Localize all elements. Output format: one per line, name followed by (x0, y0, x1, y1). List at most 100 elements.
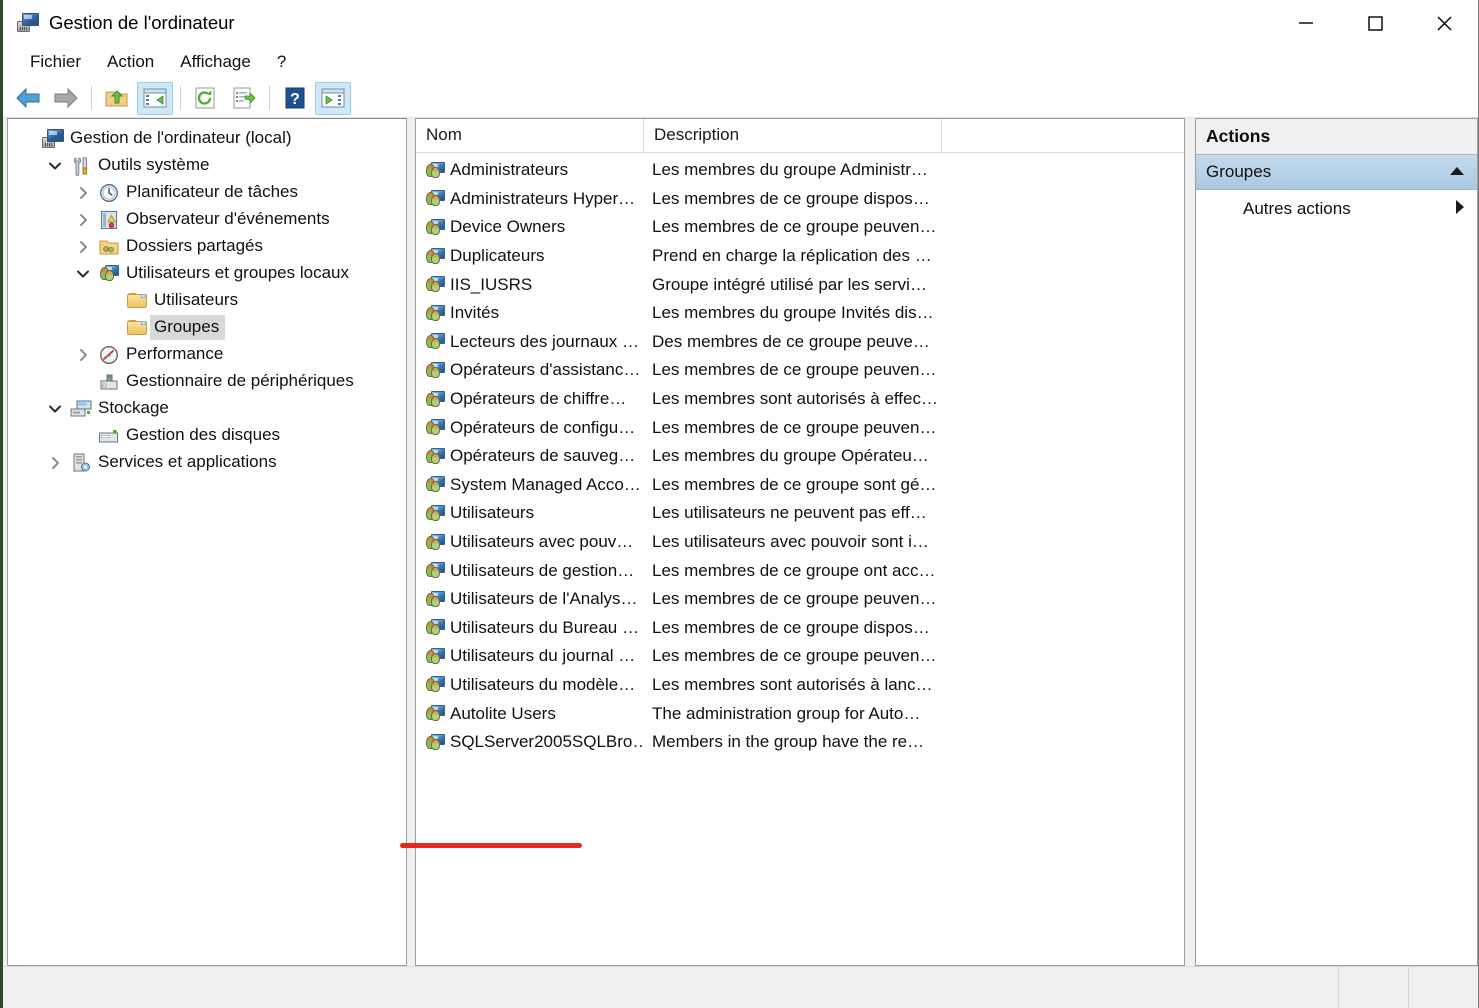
group-icon (426, 218, 445, 236)
up-one-level-button[interactable] (99, 82, 135, 115)
close-button[interactable] (1409, 0, 1478, 46)
group-description-cell: Les membres du groupe Opérateu… (652, 446, 929, 466)
tree-collapse-toggle[interactable] (42, 402, 68, 416)
actions-group-label: Groupes (1206, 162, 1272, 181)
tree-node-label: Gestion de l'ordinateur (local) (70, 128, 292, 147)
tree-node-performance[interactable]: Performance (8, 341, 406, 368)
group-name-label: Opérateurs de chiffre… (450, 389, 627, 409)
tree-collapse-toggle[interactable] (42, 159, 68, 173)
tree-node-observateur-d-v-nements[interactable]: Observateur d'événements (8, 206, 406, 233)
minimize-button[interactable] (1271, 0, 1340, 46)
table-row[interactable]: IIS_IUSRS Groupe intégré utilisé par les … (416, 270, 1184, 299)
column-header-description[interactable]: Description (644, 119, 942, 152)
refresh-button[interactable] (188, 82, 224, 115)
tree-node-label: Planificateur de tâches (126, 182, 298, 201)
table-row[interactable]: Autolite Users The administration group f… (416, 699, 1184, 728)
show-hide-action-pane-button[interactable] (315, 81, 351, 115)
tree-expand-toggle[interactable] (42, 456, 68, 470)
console-tree[interactable]: Gestion de l'ordinateur (local) Outils sy… (8, 119, 406, 965)
chevron-right-icon (80, 348, 87, 361)
tree-node-groupes[interactable]: Groupes (8, 314, 406, 341)
forward-arrow-icon (54, 87, 78, 109)
export-list-icon (233, 87, 256, 109)
table-row[interactable]: Utilisateurs Les utilisateurs ne peuvent … (416, 499, 1184, 528)
table-row[interactable]: Lecteurs des journaux … Des membres de ce… (416, 328, 1184, 357)
main-body: Gestion de l'ordinateur (local) Outils sy… (3, 118, 1478, 966)
help-button[interactable]: ? (277, 82, 313, 115)
tree-node-planificateur-de-t-ches[interactable]: Planificateur de tâches (8, 179, 406, 206)
groups-list[interactable]: Administrateurs Les membres du groupe Adm… (416, 153, 1184, 965)
menu-help[interactable]: ? (264, 49, 299, 76)
table-row[interactable]: Opérateurs de sauveg… Les membres du grou… (416, 442, 1184, 471)
tree-node-outils-syst-me[interactable]: Outils système (8, 152, 406, 179)
menu-fichier[interactable]: Fichier (17, 49, 94, 76)
local-users-groups-icon (99, 265, 119, 282)
status-bar-cell-1 (1338, 967, 1408, 1008)
tree-expand-toggle[interactable] (70, 186, 96, 200)
group-description-cell: Les membres du groupe Administr… (652, 160, 928, 180)
table-row[interactable]: Invités Les membres du groupe Invités dis… (416, 299, 1184, 328)
table-row[interactable]: Administrateurs Les membres du groupe Adm… (416, 156, 1184, 185)
chevron-right-icon[interactable] (1455, 199, 1465, 220)
tree-collapse-toggle[interactable] (70, 267, 96, 281)
window-controls (1271, 0, 1478, 46)
menu-action[interactable]: Action (94, 49, 167, 76)
maximize-button[interactable] (1340, 0, 1409, 46)
tree-node-utilisateurs-et-groupes-locaux[interactable]: Utilisateurs et groupes locaux (8, 260, 406, 287)
actions-group-header[interactable]: Groupes (1196, 155, 1477, 190)
group-description-cell: Prend en charge la réplication des … (652, 246, 932, 266)
group-description-cell: Des membres de ce groupe peuve… (652, 331, 930, 351)
table-row[interactable]: Device Owners Les membres de ce groupe pe… (416, 213, 1184, 242)
table-row[interactable]: Opérateurs d'assistanc… Les membres de ce… (416, 356, 1184, 385)
device-manager-icon (96, 373, 122, 391)
group-description-cell: Groupe intégré utilisé par les servi… (652, 274, 927, 294)
forward-button[interactable] (48, 82, 84, 115)
table-row[interactable]: Opérateurs de configu… Les membres de ce … (416, 413, 1184, 442)
table-row[interactable]: Utilisateurs de gestion… Les membres de c… (416, 556, 1184, 585)
performance-gauge-icon (100, 345, 118, 364)
group-icon (426, 733, 445, 751)
tree-node-stockage[interactable]: Stockage (8, 395, 406, 422)
tree-node-utilisateurs[interactable]: Utilisateurs (8, 287, 406, 314)
menu-affichage[interactable]: Affichage (167, 49, 264, 76)
tree-node-label: Observateur d'événements (126, 209, 330, 228)
back-button[interactable] (10, 82, 46, 115)
tree-expand-toggle[interactable] (70, 348, 96, 362)
tree-node-gestion-de-l-ordinateur-local[interactable]: Gestion de l'ordinateur (local) (8, 125, 406, 152)
group-description-cell: Les membres de ce groupe ont acc… (652, 560, 936, 580)
action-autres-actions[interactable]: Autres actions (1196, 190, 1477, 228)
tree-node-label: Stockage (98, 398, 169, 417)
export-list-button[interactable] (226, 82, 262, 115)
folder-icon (127, 319, 147, 336)
chevron-up-icon[interactable] (1449, 163, 1465, 181)
group-name-cell: Opérateurs de configu… (416, 418, 644, 438)
table-row[interactable]: System Managed Acco… Les membres de ce gr… (416, 471, 1184, 500)
table-row[interactable]: Opérateurs de chiffre… Les membres sont a… (416, 385, 1184, 414)
group-icon (426, 276, 445, 293)
table-row[interactable]: Utilisateurs du Bureau … Les membres de c… (416, 614, 1184, 643)
group-icon (426, 161, 445, 179)
tree-node-gestionnaire-de-p-riph-riques[interactable]: Gestionnaire de périphériques (8, 368, 406, 395)
group-icon (426, 333, 445, 350)
tree-expand-toggle[interactable] (70, 213, 96, 227)
group-description-cell: Les membres de ce groupe sont gé… (652, 474, 937, 494)
tree-node-gestion-des-disques[interactable]: Gestion des disques (8, 422, 406, 449)
group-icon (426, 504, 445, 522)
status-bar-text (3, 967, 1338, 1008)
group-description-cell: Les membres de ce groupe dispos… (652, 188, 930, 208)
tree-expand-toggle[interactable] (70, 240, 96, 254)
table-row[interactable]: Administrateurs Hyper… Les membres de ce … (416, 185, 1184, 214)
show-hide-console-tree-button[interactable] (137, 81, 173, 115)
group-icon (426, 476, 445, 493)
table-row[interactable]: Utilisateurs du modèle… Les membres sont … (416, 671, 1184, 700)
table-row[interactable]: Duplicateurs Prend en charge la réplicati… (416, 242, 1184, 271)
table-row[interactable]: Utilisateurs de l'Analys… Les membres de … (416, 585, 1184, 614)
table-row[interactable]: Utilisateurs du journal … Les membres de … (416, 642, 1184, 671)
tree-node-dossiers-partag-s[interactable]: Dossiers partagés (8, 233, 406, 260)
group-name-cell: Lecteurs des journaux … (416, 332, 644, 352)
table-row[interactable]: SQLServer2005SQLBro… Members in the group… (416, 728, 1184, 757)
column-header-nom[interactable]: Nom (416, 119, 644, 152)
table-row[interactable]: Utilisateurs avec pouv… Les utilisateurs … (416, 528, 1184, 557)
tree-node-services-et-applications[interactable]: Services et applications (8, 449, 406, 476)
system-tools-icon (68, 156, 94, 176)
